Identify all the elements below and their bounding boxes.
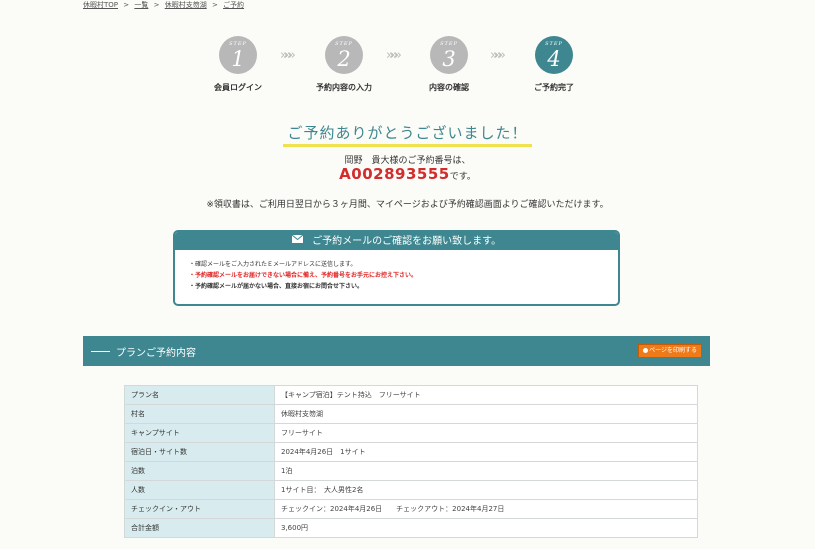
row-value: 1泊 [274,461,698,481]
plan-section-header: プランご予約内容 ページを印刷する [83,336,710,366]
row-value: 休暇村支笏湖 [274,404,698,424]
step-2-circle: STEP 2 [325,36,363,74]
table-row: 人数 1サイト目： 大人男性2名 [124,480,698,500]
breadcrumb-separator: > [153,1,160,9]
step-arrow-icon: »»» [386,48,402,63]
reservation-number-suffix: です。 [449,172,476,182]
mail-notice-box: ご予約メールのご確認をお願い致します。 ・確認メールをご入力されたＥメールアドレ… [173,230,620,306]
row-value: 1サイト目： 大人男性2名 [274,480,698,500]
step-1-caption: 会員ログイン [214,83,262,92]
reservation-number-line: A002893555です。 [0,165,815,183]
mail-notice-header: ご予約メールのご確認をお願い致します。 [175,232,618,250]
header-divider [91,351,110,352]
table-row: キャンプサイト フリーサイト [124,423,698,443]
mail-notice-item: ・予約確認メールが届かない場合、直接お宿にお問合せ下さい。 [189,283,364,290]
breadcrumb: 休暇村TOP > 一覧 > 休暇村支笏湖 > ご予約 [83,0,244,10]
plan-section-title: プランご予約内容 [116,348,196,359]
step-3: STEP 3 内容の確認 [409,36,489,93]
row-label: 宿泊日・サイト数 [124,442,275,462]
breadcrumb-top-link[interactable]: 休暇村TOP [83,1,118,9]
mail-notice-warning: ・予約確認メールをお届けできない場合に備え、予約番号をお手元にお控え下さい。 [189,272,418,279]
envelope-icon [291,232,304,250]
mail-notice-item: ・確認メールをご入力されたＥメールアドレスに送信します。 [189,261,357,268]
step-2: STEP 2 予約内容の入力 [304,36,384,93]
mail-notice-title: ご予約メールのご確認をお願い致します。 [312,236,502,247]
table-row: チェックイン・アウト チェックイン：2024年4月26日 チェックアウト：202… [124,499,698,519]
row-label: 泊数 [124,461,275,481]
row-label: キャンプサイト [124,423,275,443]
step-1: STEP 1 会員ログイン [198,36,278,93]
row-label: プラン名 [124,385,275,405]
breadcrumb-separator: > [123,1,130,9]
receipt-note: ※領収書は、ご利用日翌日から３ヶ月間、マイページおよび予約確認画面よりご確認いた… [206,200,609,210]
row-value: 【キャンプ宿泊】テント持込 フリーサイト [274,385,698,405]
step-1-number: 1 [231,47,245,71]
thanks-section: ご予約ありがとうございました！ [0,122,815,147]
row-value: 2024年4月26日 1サイト [274,442,698,462]
step-arrow-icon: »»» [490,48,506,63]
print-page-button[interactable]: ページを印刷する [638,344,702,358]
table-row: 村名 休暇村支笏湖 [124,404,698,424]
breadcrumb-village-link[interactable]: 休暇村支笏湖 [165,1,207,9]
step-4-caption: ご予約完了 [534,83,574,92]
page-title: ご予約ありがとうございました！ [283,122,532,147]
table-row: プラン名 【キャンプ宿泊】テント持込 フリーサイト [124,385,698,405]
reservation-number: A002893555 [339,165,450,183]
mail-notice-list: ・確認メールをご入力されたＥメールアドレスに送信します。 ・予約確認メールをお届… [175,250,618,292]
row-label: 村名 [124,404,275,424]
table-row: 合計金額 3,600円 [124,518,698,538]
breadcrumb-list-link[interactable]: 一覧 [134,1,148,9]
row-value: チェックイン：2024年4月26日 チェックアウト：2024年4月27日 [274,499,698,519]
step-3-number: 3 [442,47,456,71]
step-1-circle: STEP 1 [219,36,257,74]
step-2-caption: 予約内容の入力 [316,83,372,92]
print-page-label: ページを印刷する [649,347,697,354]
plan-details-table: プラン名 【キャンプ宿泊】テント持込 フリーサイト 村名 休暇村支笏湖 キャンプ… [124,385,698,538]
row-label: 人数 [124,480,275,500]
row-label: チェックイン・アウト [124,499,275,519]
step-4: STEP 4 ご予約完了 [514,36,594,93]
row-value: フリーサイト [274,423,698,443]
step-4-number: 4 [547,47,561,71]
table-row: 泊数 1泊 [124,461,698,481]
breadcrumb-reservation-link[interactable]: ご予約 [223,1,244,9]
table-row: 宿泊日・サイト数 2024年4月26日 1サイト [124,442,698,462]
step-3-caption: 内容の確認 [429,83,469,92]
row-value: 3,600円 [274,518,698,538]
print-icon [643,348,649,353]
step-3-circle: STEP 3 [430,36,468,74]
step-4-circle: STEP 4 [535,36,573,74]
row-label: 合計金額 [124,518,275,538]
step-indicator: STEP 1 会員ログイン »»» STEP 2 予約内容の入力 »»» STE… [0,36,815,96]
step-arrow-icon: »»» [280,48,296,63]
step-2-number: 2 [337,47,351,71]
breadcrumb-separator: > [211,1,218,9]
